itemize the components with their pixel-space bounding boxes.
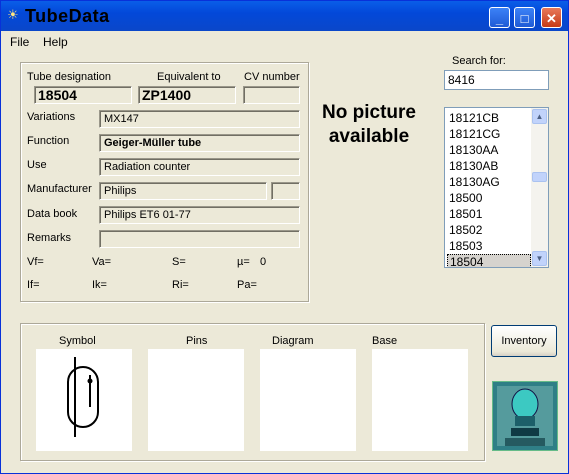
menu-file[interactable]: File (10, 35, 29, 49)
minimize-button[interactable]: _ (489, 7, 510, 28)
menu-help[interactable]: Help (43, 35, 68, 49)
manufacturer-label: Manufacturer (27, 183, 92, 195)
lightbulb-icon: ☀ (7, 7, 19, 22)
main-window: ☀ TubeData _ □ ✕ File Help Tube designat… (0, 0, 569, 474)
manufacturer-extra-field[interactable] (271, 182, 300, 200)
menu-bar: File Help (1, 32, 568, 52)
function-label: Function (27, 135, 70, 147)
diagram-box (260, 349, 356, 451)
vf-label: Vf= (27, 256, 44, 268)
geiger-tube-symbol-icon (67, 357, 99, 437)
window-title: TubeData (25, 6, 110, 26)
tube-logo (492, 381, 558, 451)
inventory-button[interactable]: Inventory (491, 325, 557, 357)
title-bar[interactable]: ☀ TubeData _ □ ✕ (1, 1, 568, 31)
list-item[interactable]: 18130AA (447, 142, 531, 158)
maximize-button[interactable]: □ (514, 7, 535, 28)
ik-label: Ik= (92, 279, 107, 291)
list-item[interactable]: 18121CG (447, 126, 531, 142)
if-label: If= (27, 279, 40, 291)
va-label: Va= (92, 256, 112, 268)
manufacturer-field[interactable]: Philips (99, 182, 267, 200)
list-item[interactable]: 18504 (447, 254, 531, 267)
tube-designation-field[interactable]: 18504 (34, 86, 132, 104)
symbol-box (36, 349, 132, 451)
base-box (372, 349, 468, 451)
variations-field[interactable]: MX147 (99, 110, 300, 128)
mu-label: µ= (237, 256, 250, 268)
pins-label: Pins (186, 335, 208, 347)
close-button[interactable]: ✕ (541, 7, 562, 28)
scroll-down-icon[interactable]: ▼ (532, 251, 547, 266)
data-book-field[interactable]: Philips ET6 01-77 (99, 206, 300, 224)
tube-listbox[interactable]: 18121CB 18121CG 18130AA 18130AB 18130AG 18500… (444, 107, 549, 268)
s-label: S= (172, 256, 186, 268)
pa-label: Pa= (237, 279, 257, 291)
data-book-label: Data book (27, 208, 78, 220)
cv-number-label: CV number (244, 71, 300, 83)
equivalent-to-label: Equivalent to (157, 71, 221, 83)
use-field[interactable]: Radiation counter (99, 158, 300, 176)
base-label: Base (372, 335, 398, 347)
search-label: Search for: (452, 55, 506, 67)
variations-label: Variations (27, 111, 76, 123)
list-item[interactable]: 18502 (447, 222, 531, 238)
mu-value: 0 (260, 256, 267, 268)
cv-number-field[interactable] (243, 86, 300, 104)
list-item[interactable]: 18130AG (447, 174, 531, 190)
remarks-field[interactable] (99, 230, 300, 248)
use-label: Use (27, 159, 47, 171)
list-item[interactable]: 18501 (447, 206, 531, 222)
no-picture-text: No picture available (322, 102, 416, 147)
search-input[interactable]: 8416 (444, 70, 549, 90)
list-item[interactable]: 18121CB (447, 110, 531, 126)
tube-designation-label: Tube designation (27, 71, 111, 83)
scroll-up-icon[interactable]: ▲ (532, 109, 547, 124)
list-item[interactable]: 18503 (447, 238, 531, 254)
listbox-scrollbar[interactable]: ▲ ▼ (531, 108, 548, 267)
symbol-label: Symbol (59, 335, 96, 347)
list-item[interactable]: 18500 (447, 190, 531, 206)
vacuum-tube-logo-icon (493, 382, 557, 450)
list-item[interactable]: 18130AB (447, 158, 531, 174)
remarks-label: Remarks (27, 232, 72, 244)
diagram-label: Diagram (272, 335, 314, 347)
pins-box (148, 349, 244, 451)
scroll-thumb[interactable] (532, 172, 547, 182)
ri-label: Ri= (172, 279, 189, 291)
equivalent-to-field[interactable]: ZP1400 (138, 86, 236, 104)
function-field[interactable]: Geiger-Müller tube (99, 134, 300, 152)
